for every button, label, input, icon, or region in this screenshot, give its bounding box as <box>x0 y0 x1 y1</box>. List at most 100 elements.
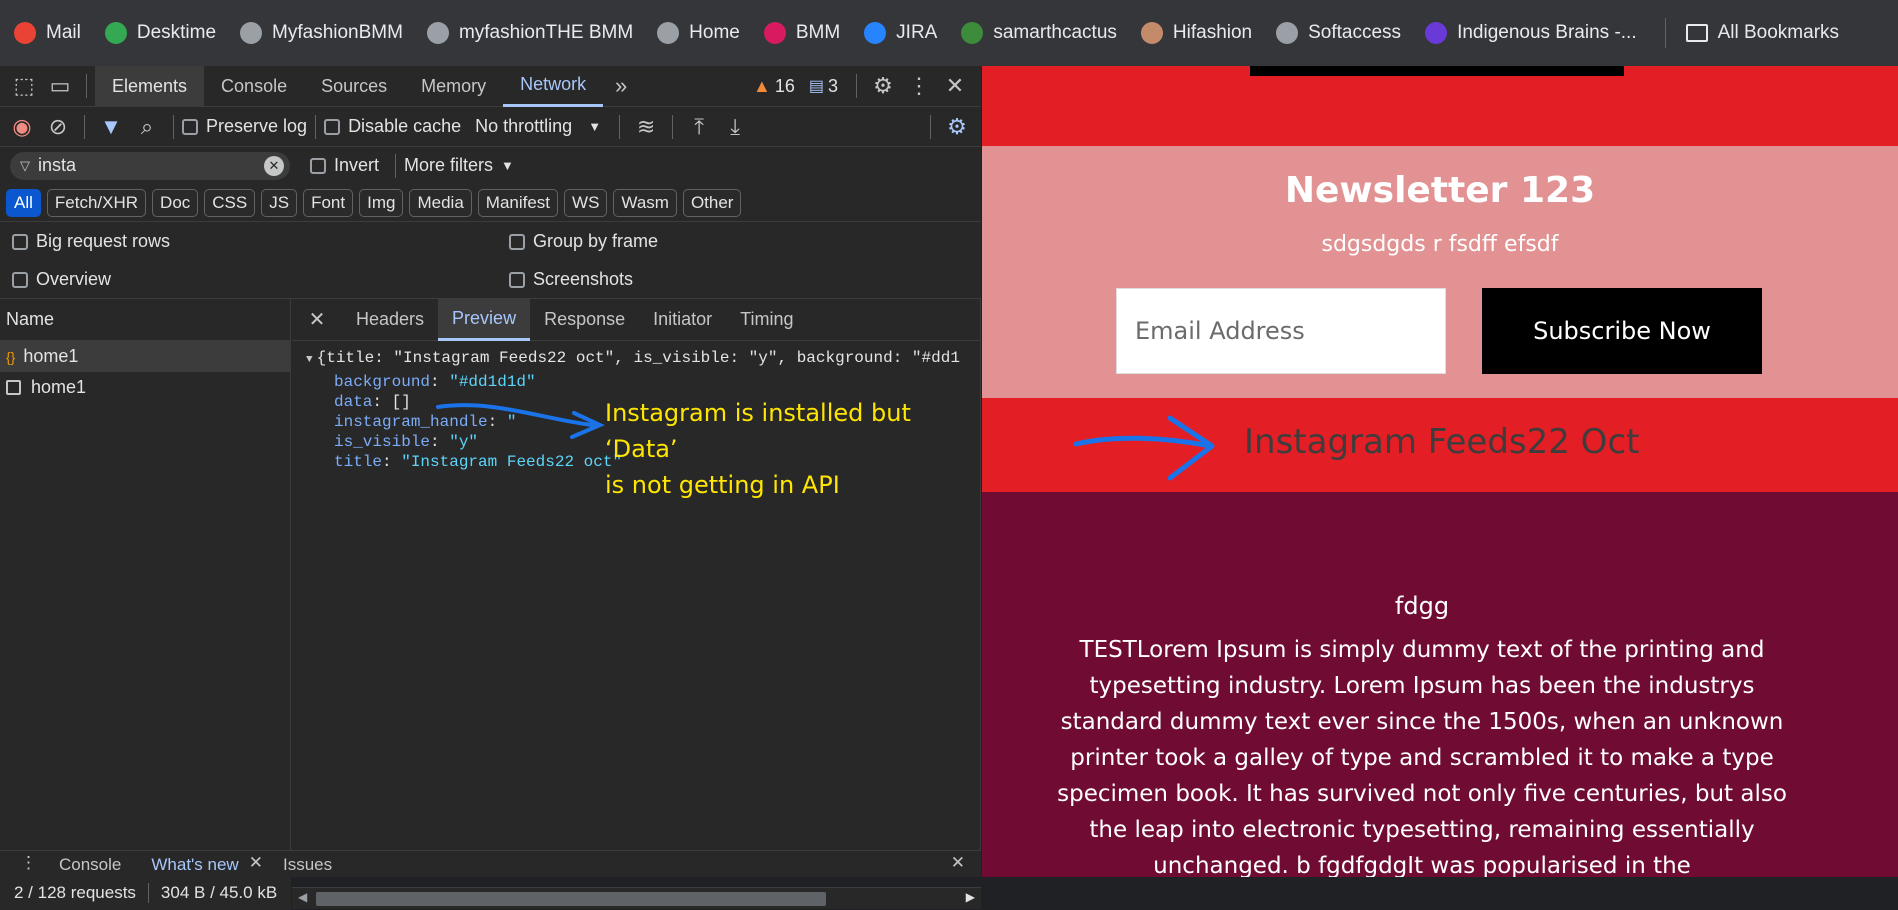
instagram-section: Instagram Feeds22 Oct <box>982 398 1898 492</box>
disable-cache-checkbox[interactable] <box>324 118 341 135</box>
record-stop-icon[interactable]: ◉ <box>4 109 40 145</box>
drawer-tab-whats-new[interactable]: What's new <box>151 855 238 875</box>
disable-cache-label: Disable cache <box>348 116 462 136</box>
bookmarks-bar: Mail Desktime MyfashionBMM myfashionTHE BMM… <box>0 0 1898 66</box>
bookmark-item[interactable]: MyfashionBMM <box>240 22 403 44</box>
tab-timing[interactable]: Timing <box>726 299 807 341</box>
type-filter-manifest[interactable]: Manifest <box>477 188 559 217</box>
filter-icon[interactable]: ▼ <box>93 109 129 145</box>
subscribe-button[interactable]: Subscribe Now <box>1482 288 1762 374</box>
name-column-header[interactable]: Name <box>0 299 290 341</box>
devtools-main-toolbar: ⬚ ▭ Elements Console Sources Memory Netw… <box>0 65 981 107</box>
scrollbar-thumb[interactable] <box>316 892 826 906</box>
bookmark-item[interactable]: samarthcactus <box>961 22 1117 44</box>
bookmark-item[interactable]: JIRA <box>864 22 937 44</box>
clear-filter-icon[interactable]: ✕ <box>264 155 284 176</box>
preview-property[interactable]: background: "#dd1d1d" <box>334 373 981 393</box>
tab-preview[interactable]: Preview <box>438 298 531 341</box>
section-heading: fdgg <box>1394 592 1450 620</box>
device-toolbar-icon[interactable]: ▭ <box>42 68 78 104</box>
expand-triangle-icon[interactable]: ▼ <box>306 354 313 366</box>
chevron-down-icon[interactable]: ▼ <box>501 158 514 173</box>
tab-elements[interactable]: Elements <box>95 65 205 107</box>
type-filter-font[interactable]: Font <box>303 188 354 217</box>
throttling-select[interactable]: No throttling <box>475 116 572 137</box>
bookmark-label: Indigenous Brains -... <box>1457 22 1637 43</box>
close-detail-icon[interactable]: ✕ <box>292 307 342 332</box>
big-request-rows-checkbox[interactable] <box>12 233 28 250</box>
request-row[interactable]: home1 <box>0 372 290 403</box>
scroll-right-icon[interactable]: ▶ <box>966 890 975 904</box>
group-by-frame-checkbox[interactable] <box>509 233 525 250</box>
bookmark-item[interactable]: Mail <box>14 22 81 44</box>
overview-checkbox[interactable] <box>12 271 28 288</box>
more-tabs-icon[interactable]: » <box>603 68 639 104</box>
type-filter-ws[interactable]: WS <box>564 188 608 217</box>
tab-headers[interactable]: Headers <box>342 299 438 341</box>
network-conditions-icon[interactable]: ≋ <box>628 109 664 145</box>
kebab-menu-icon[interactable]: ⋮ <box>901 68 937 104</box>
type-filter-media[interactable]: Media <box>409 188 472 217</box>
annotation-line: is not getting in API <box>605 471 840 499</box>
export-har-icon[interactable]: ⤓ <box>717 109 753 145</box>
network-settings-icon[interactable]: ⚙ <box>939 109 975 145</box>
preserve-log-checkbox[interactable] <box>182 118 198 135</box>
bookmark-item[interactable]: myfashionTHE BMM <box>426 22 633 44</box>
email-field[interactable]: Email Address <box>1116 288 1446 374</box>
type-filter-all[interactable]: All <box>6 188 41 217</box>
horizontal-scrollbar[interactable]: ◀ ▶ <box>292 887 981 909</box>
tab-initiator[interactable]: Initiator <box>639 299 726 341</box>
all-bookmarks-button[interactable]: All Bookmarks <box>1685 22 1839 44</box>
import-har-icon[interactable]: ⤒ <box>681 109 717 145</box>
bookmark-item[interactable]: Hifashion <box>1140 22 1252 44</box>
type-filter-css[interactable]: CSS <box>204 188 256 217</box>
bookmarks-separator <box>1664 18 1666 48</box>
inspect-element-icon[interactable]: ⬚ <box>6 68 42 104</box>
drawer-tab-console[interactable]: Console <box>59 855 121 875</box>
options-row-2: Overview Screenshots <box>0 261 981 299</box>
bookmark-item[interactable]: Indigenous Brains -... <box>1425 22 1637 44</box>
messages-count[interactable]: 3 <box>828 76 838 97</box>
messages-icon[interactable]: ▤ <box>809 76 824 96</box>
type-filter-wasm[interactable]: Wasm <box>613 188 677 217</box>
tab-network[interactable]: Network <box>503 66 604 107</box>
request-name: home1 <box>31 377 87 397</box>
bookmark-item[interactable]: BMM <box>763 22 840 44</box>
settings-gear-icon[interactable]: ⚙ <box>865 68 901 104</box>
drawer-menu-icon[interactable]: ⋮ <box>20 853 37 873</box>
chevron-down-icon[interactable]: ▼ <box>588 119 601 134</box>
close-tab-icon[interactable]: ✕ <box>249 853 263 873</box>
filter-input[interactable]: insta <box>38 155 264 176</box>
bookmark-item[interactable]: Desktime <box>104 22 216 44</box>
more-filters-button[interactable]: More filters <box>404 155 493 176</box>
request-list: Name {} home1 home1 2 / 128 requests 304… <box>0 299 291 910</box>
type-filter-fetchxhr[interactable]: Fetch/XHR <box>46 188 147 217</box>
bookmark-label: JIRA <box>896 22 938 43</box>
type-filter-js[interactable]: JS <box>261 188 298 217</box>
bookmark-item[interactable]: Home <box>657 22 740 44</box>
type-filter-img[interactable]: Img <box>359 188 404 217</box>
clear-icon[interactable]: ⊘ <box>40 109 76 145</box>
preview-root[interactable]: ▼ {title: "Instagram Feeds22 oct", is_vis… <box>306 349 981 373</box>
tab-memory[interactable]: Memory <box>404 66 503 107</box>
type-filter-other[interactable]: Other <box>682 188 742 217</box>
close-drawer-icon[interactable]: ✕ <box>951 853 965 873</box>
cactus-icon <box>961 22 984 44</box>
warning-icon[interactable]: ▲ <box>753 76 771 97</box>
scroll-left-icon[interactable]: ◀ <box>298 890 307 904</box>
search-icon[interactable]: ⌕ <box>129 109 165 145</box>
bookmark-item[interactable]: Softaccess <box>1276 22 1401 44</box>
drawer-tab-bar: ⋮ Console What's new ✕ Issues ✕ <box>0 850 981 877</box>
tab-response[interactable]: Response <box>530 299 639 341</box>
tab-sources[interactable]: Sources <box>304 66 404 107</box>
tab-console[interactable]: Console <box>204 66 304 107</box>
filter-input-box[interactable]: ▽ insta ✕ <box>10 151 290 180</box>
screenshots-label: Screenshots <box>533 269 634 289</box>
request-row[interactable]: {} home1 <box>0 341 290 372</box>
close-devtools-icon[interactable]: ✕ <box>937 68 973 104</box>
type-filter-doc[interactable]: Doc <box>152 188 199 217</box>
drawer-tab-issues[interactable]: Issues <box>283 855 332 875</box>
warnings-count[interactable]: 16 <box>775 76 795 97</box>
screenshots-checkbox[interactable] <box>509 271 525 288</box>
invert-checkbox[interactable] <box>310 157 326 174</box>
